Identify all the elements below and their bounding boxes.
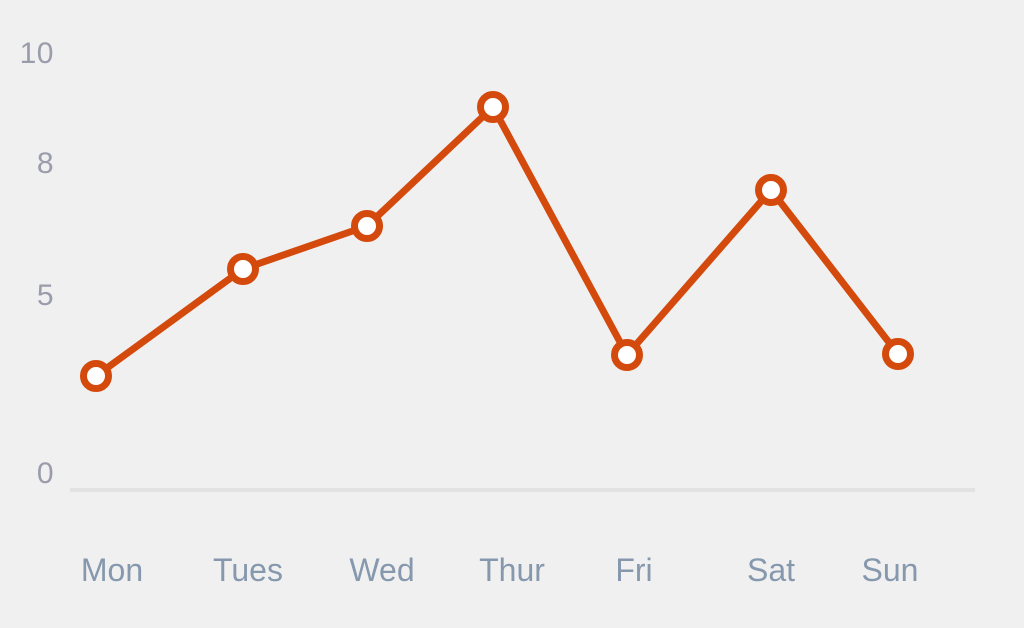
x-axis-tick-label: Mon — [80, 552, 144, 588]
chart-canvas — [70, 91, 975, 492]
x-axis-tick-label: Wed — [349, 552, 415, 588]
data-point-marker[interactable] — [477, 91, 509, 123]
series-line — [92, 103, 902, 380]
data-point-marker[interactable] — [227, 253, 259, 285]
series-markers — [80, 91, 914, 392]
data-point-marker[interactable] — [80, 360, 112, 392]
data-point-marker[interactable] — [351, 210, 383, 242]
y-axis-tick-label: 5 — [36, 279, 54, 312]
y-axis-tick-label: 8 — [36, 147, 54, 180]
x-axis-tick-label: Fri — [615, 552, 653, 588]
series-group — [92, 103, 902, 380]
data-point-marker[interactable] — [882, 338, 914, 370]
x-axis-tick-label: Sat — [746, 552, 796, 588]
data-point-marker[interactable] — [611, 339, 643, 371]
y-axis-tick-label: 0 — [36, 457, 54, 490]
data-point-marker[interactable] — [755, 174, 787, 206]
x-axis-tick-label: Tues — [213, 552, 283, 588]
x-axis-tick-label: Sun — [861, 552, 919, 588]
x-axis-tick-label: Thur — [479, 552, 545, 588]
y-axis-tick-label: 10 — [19, 37, 54, 70]
line-chart: 10 8 5 0 Mon Tues Wed Thur Fri Sat Sun — [0, 0, 1024, 628]
